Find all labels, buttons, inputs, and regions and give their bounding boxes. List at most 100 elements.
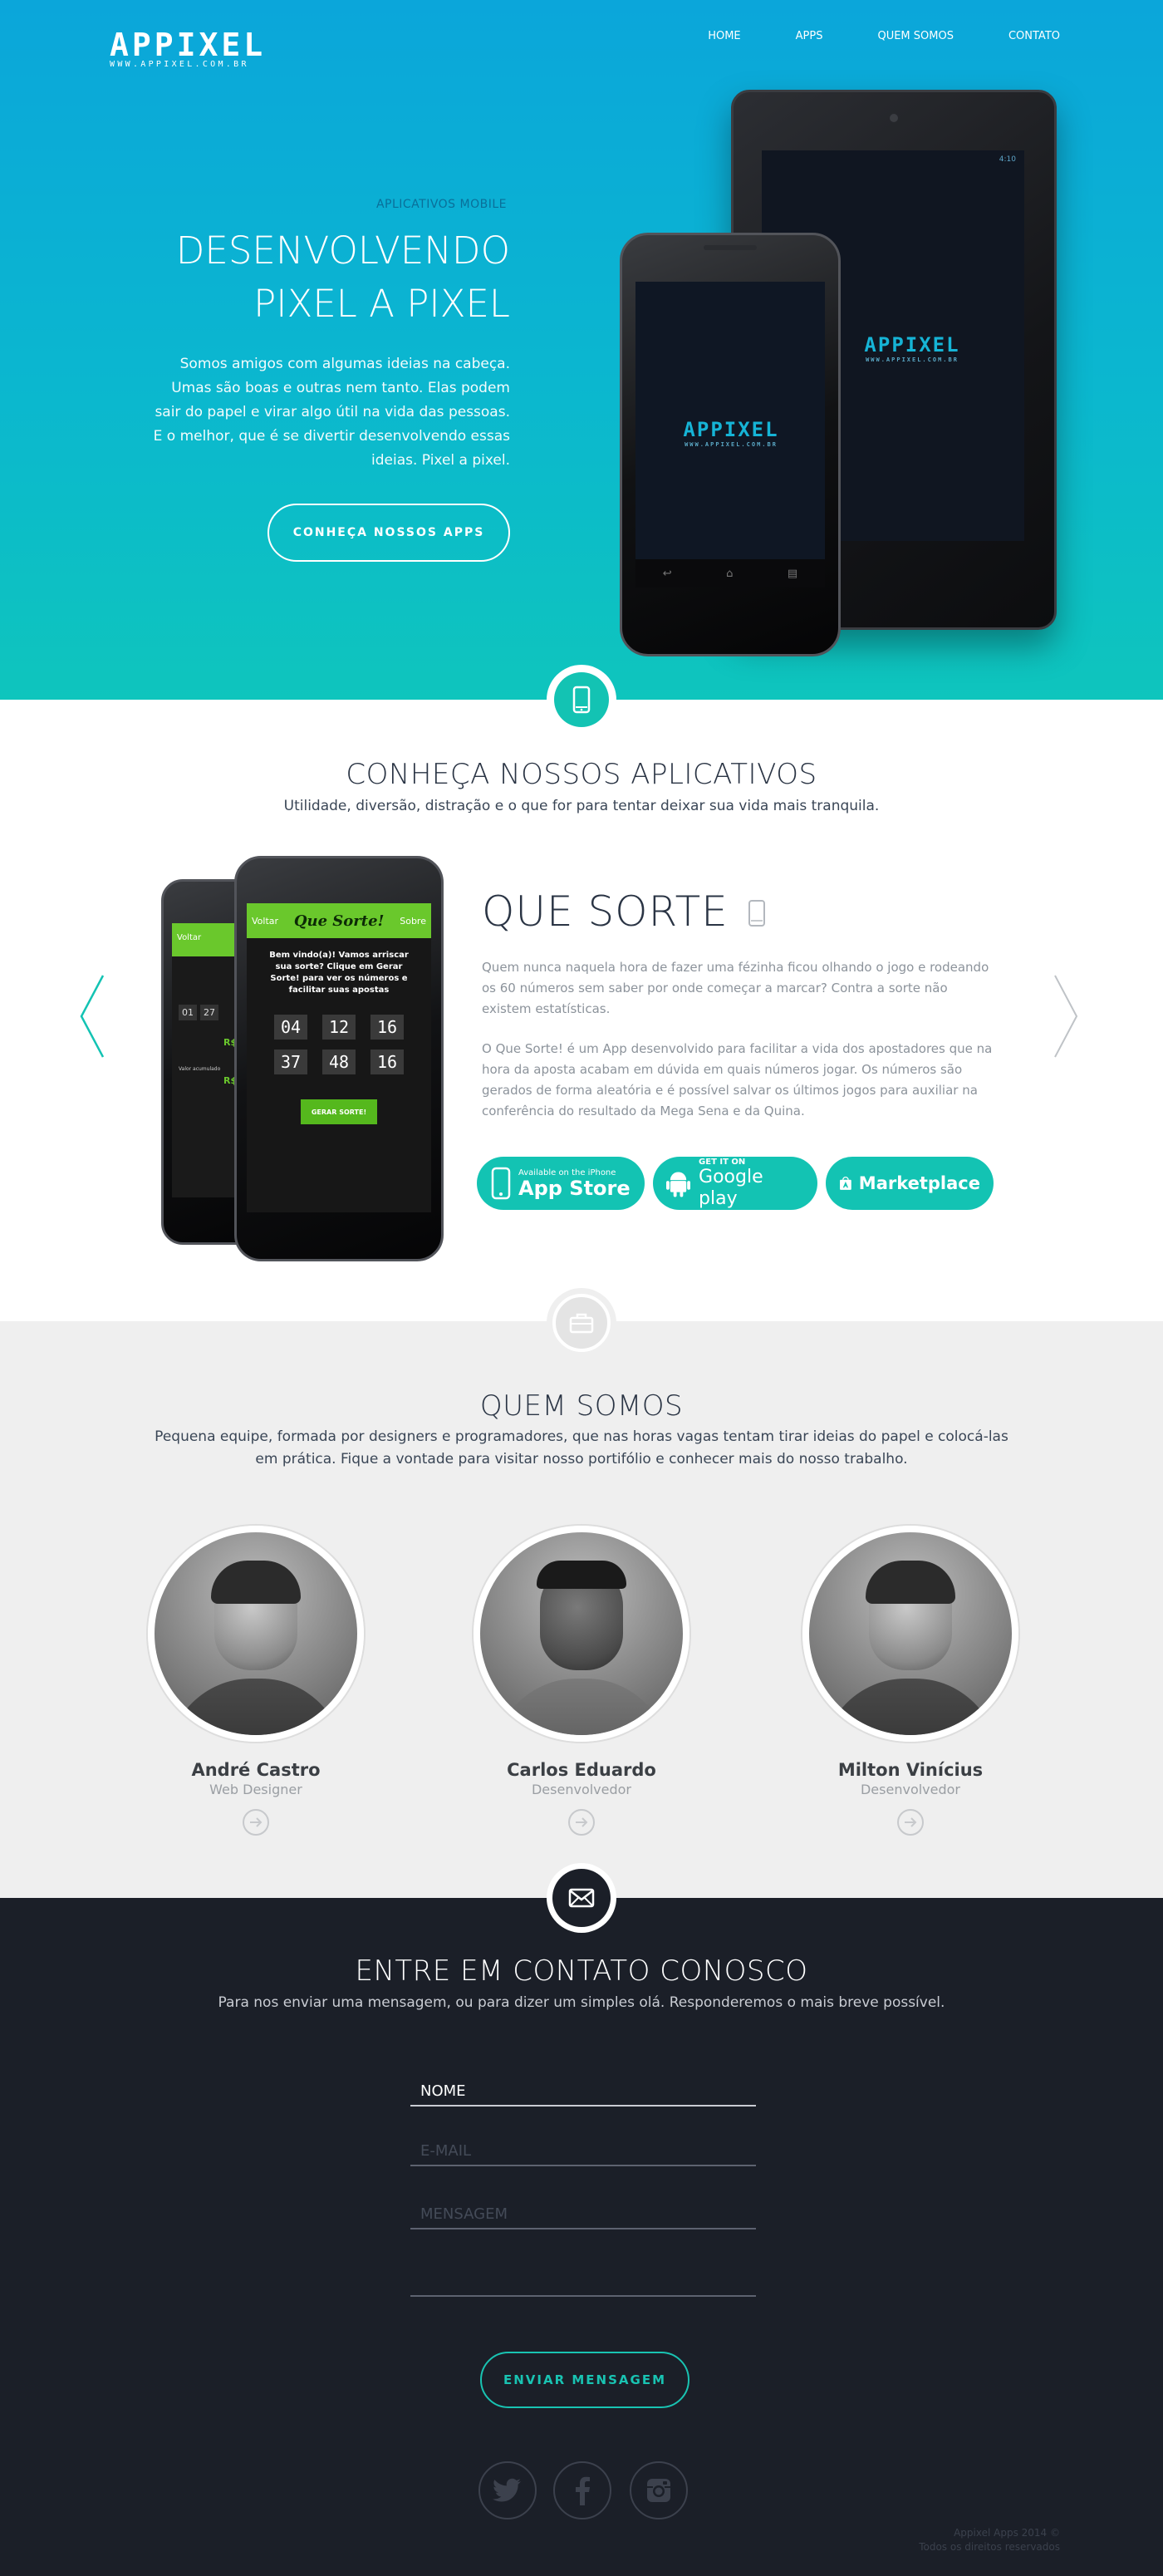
instagram-icon[interactable] [630, 2461, 688, 2519]
logo[interactable]: APPIXEL WWW.APPIXEL.COM.BR [110, 28, 266, 69]
avatar [474, 1526, 689, 1742]
google-play-button[interactable]: GET IT ON Google play [653, 1157, 817, 1210]
app-store-button[interactable]: Available on the iPhone App Store [477, 1157, 645, 1210]
briefcase-icon [552, 1294, 611, 1352]
name-field[interactable]: NOME [410, 2077, 756, 2107]
nav-home[interactable]: HOME [708, 30, 740, 42]
member-name: André Castro [191, 1760, 321, 1780]
generate-luck-button: GERAR SORTE! [301, 1099, 377, 1124]
iphone-icon [491, 1167, 511, 1200]
lottery-number: 16 [370, 1050, 404, 1074]
hero-section: APPIXEL WWW.APPIXEL.COM.BR HOME APPS QUE… [0, 0, 1163, 700]
app-store-big: App Store [518, 1176, 631, 1200]
phone-speaker [704, 245, 757, 250]
lottery-number: 12 [322, 1015, 356, 1040]
hero-title: DESENVOLVENDO PIXEL A PIXEL [176, 224, 510, 331]
back-nav-icon: ↩ [662, 567, 672, 580]
tablet-status-time: 4:10 [999, 155, 1016, 164]
lottery-number: 16 [370, 1015, 404, 1040]
back-number: 01 [179, 1005, 197, 1020]
phone-logo: APPIXEL WWW.APPIXEL.COM.BR [652, 418, 810, 448]
hero-kicker: APLICATIVOS MOBILE [375, 198, 507, 211]
tablet-logo-text: APPIXEL [864, 333, 960, 356]
lottery-number: 48 [322, 1050, 356, 1074]
member-role: Desenvolvedor [531, 1782, 632, 1797]
home-nav-icon: ⌂ [726, 567, 734, 580]
app-back-button: Voltar [252, 915, 279, 927]
app-screen-title: Que Sorte! [293, 912, 385, 930]
arrow-right-icon[interactable] [243, 1809, 269, 1836]
back-number: 27 [200, 1005, 218, 1020]
member-name: Carlos Eduardo [507, 1760, 656, 1780]
app-welcome-text: Bem vindo(a)! Vamos arriscar sua sorte? … [269, 951, 409, 995]
about-badge [547, 1288, 616, 1358]
apps-title: CONHEÇA NOSSOS APLICATIVOS [346, 758, 817, 791]
team-member: Milton Vinícius Desenvolvedor [802, 1526, 1018, 1836]
apps-subtitle: Utilidade, diversão, distração e o que f… [283, 798, 880, 814]
recent-nav-icon: ▤ [787, 567, 798, 580]
app-about-button: Sobre [400, 915, 426, 927]
phone-icon [554, 672, 609, 727]
envelope-icon [552, 1869, 611, 1927]
app-description-2: O Que Sorte! é um App desenvolvido para … [482, 1041, 993, 1118]
member-role: Web Designer [209, 1782, 302, 1797]
app-name: QUE SORTE [482, 887, 766, 936]
app-phone-front-screen: Voltar Que Sorte! Sobre Bem vindo(a)! Va… [247, 903, 431, 1212]
app-phone-front: Voltar Que Sorte! Sobre Bem vindo(a)! Va… [234, 856, 444, 1261]
facebook-icon[interactable] [553, 2461, 611, 2519]
apps-badge [547, 665, 616, 735]
copyright-line2: Todos os direitos reservados [919, 2541, 1060, 2553]
send-message-button[interactable]: ENVIAR MENSAGEM [480, 2352, 689, 2408]
main-nav: HOME APPS QUEM SOMOS CONTATO [653, 30, 1060, 42]
phone-screen: APPIXEL WWW.APPIXEL.COM.BR ↩ ⌂ ▤ [635, 282, 825, 587]
marketplace-button[interactable]: Marketplace [826, 1157, 994, 1210]
marketplace-label: Marketplace [858, 1173, 980, 1193]
lottery-number: 04 [274, 1015, 307, 1040]
app-screen-header: Voltar Que Sorte! Sobre [247, 903, 431, 938]
about-subtitle: Pequena equipe, formada por designers e … [155, 1428, 1008, 1467]
nav-quem-somos[interactable]: QUEM SOMOS [877, 30, 954, 42]
avatar [148, 1526, 364, 1742]
avatar [802, 1526, 1018, 1742]
logo-text: APPIXEL [110, 27, 267, 63]
contact-subtitle: Para nos enviar uma mensagem, ou para di… [218, 1994, 945, 2011]
twitter-icon[interactable] [478, 2461, 537, 2519]
phone-icon [748, 900, 765, 927]
message-field[interactable]: MENSAGEM [410, 2200, 756, 2229]
app-number-grid: 04 12 16 37 48 16 [247, 1015, 431, 1074]
page: APPIXEL WWW.APPIXEL.COM.BR HOME APPS QUE… [0, 0, 1163, 2576]
chevron-right-icon[interactable] [1048, 971, 1082, 1062]
tablet-camera [890, 114, 898, 122]
arrow-right-icon[interactable] [568, 1809, 595, 1836]
copyright-line1: Appixel Apps 2014 © [954, 2527, 1060, 2539]
nav-apps[interactable]: APPS [796, 30, 823, 42]
phone-logo-url: WWW.APPIXEL.COM.BR [685, 441, 778, 448]
hero-title-line1: DESENVOLVENDO [175, 229, 510, 273]
contact-title: ENTRE EM CONTATO CONOSCO [355, 1954, 808, 1988]
hero-text: Somos amigos com algumas ideias na cabeç… [153, 356, 510, 469]
app-store-small: Available on the iPhone [518, 1168, 616, 1177]
member-name: Milton Vinícius [837, 1760, 984, 1780]
google-play-small: GET IT ON [699, 1157, 746, 1167]
tablet-logo-url: WWW.APPIXEL.COM.BR [866, 356, 959, 363]
member-role: Desenvolvedor [860, 1782, 961, 1797]
nav-contato[interactable]: CONTATO [1008, 30, 1060, 42]
team-member: Carlos Eduardo Desenvolvedor [474, 1526, 689, 1836]
message-field-line[interactable] [410, 2269, 756, 2297]
phone-device: APPIXEL WWW.APPIXEL.COM.BR ↩ ⌂ ▤ [620, 233, 841, 656]
see-apps-button[interactable]: CONHEÇA NOSSOS APPS [267, 504, 510, 562]
lottery-number: 37 [274, 1050, 307, 1074]
tablet-logo: APPIXEL WWW.APPIXEL.COM.BR [833, 333, 991, 363]
arrow-right-icon[interactable] [897, 1809, 924, 1836]
contact-badge [547, 1863, 616, 1933]
app-name-text: QUE SORTE [482, 887, 729, 936]
app-description-1: Quem nunca naquela hora de fazer uma féz… [482, 960, 989, 1016]
phone-nav-bar: ↩ ⌂ ▤ [635, 559, 825, 587]
about-title: QUEM SOMOS [479, 1389, 684, 1423]
chevron-left-icon[interactable] [76, 971, 110, 1062]
hero-title-line2: PIXEL A PIXEL [253, 282, 510, 326]
phone-logo-text: APPIXEL [683, 418, 779, 441]
email-field[interactable]: E-MAIL [410, 2137, 756, 2166]
logo-url: WWW.APPIXEL.COM.BR [110, 60, 249, 69]
marketplace-icon [840, 1177, 851, 1190]
